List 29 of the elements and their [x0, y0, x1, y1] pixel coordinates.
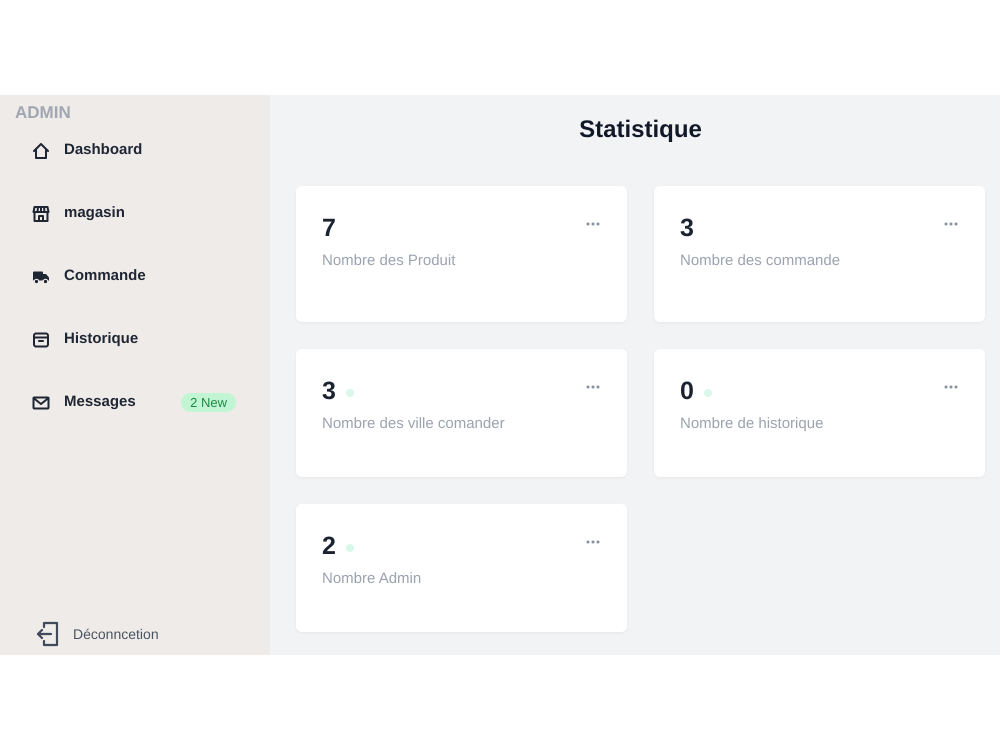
sidebar-title: ADMIN — [15, 103, 71, 123]
sidebar-item[interactable]: Commande — [32, 264, 236, 289]
stat-value: 0 — [680, 376, 694, 407]
sidebar-item[interactable]: magasin — [32, 201, 236, 226]
home-icon — [32, 142, 50, 160]
more-options-icon[interactable] — [586, 385, 600, 389]
stat-label: Nombre des ville comander — [322, 414, 506, 434]
stat-value: 7 — [322, 213, 336, 244]
more-options-icon[interactable] — [586, 540, 600, 544]
new-messages-badge: 2 New — [181, 393, 236, 412]
stat-value: 3 — [680, 213, 694, 244]
sidebar-item[interactable]: Historique — [32, 327, 236, 352]
page-title: Statistique — [579, 115, 702, 145]
archive-box-icon — [32, 330, 50, 348]
stat-label: Nombre des commande — [680, 251, 842, 271]
storefront-icon — [32, 204, 50, 222]
stat-label: Nombre de historique — [680, 414, 824, 434]
sidebar-item[interactable]: Dashboard — [32, 138, 236, 163]
logout-link[interactable]: Déconncetion — [15, 621, 159, 647]
more-options-icon[interactable] — [586, 222, 600, 226]
more-options-icon[interactable] — [944, 385, 958, 389]
stat-label: Nombre des Produit — [322, 251, 456, 271]
logout-icon — [36, 621, 59, 647]
envelope-icon — [32, 394, 50, 412]
stat-label: Nombre Admin — [322, 569, 422, 589]
sidebar-item[interactable]: Messages 2 New — [32, 390, 236, 415]
stat-value: 3 — [322, 376, 336, 407]
stat-value: 2 — [322, 531, 336, 562]
more-options-icon[interactable] — [944, 222, 958, 226]
